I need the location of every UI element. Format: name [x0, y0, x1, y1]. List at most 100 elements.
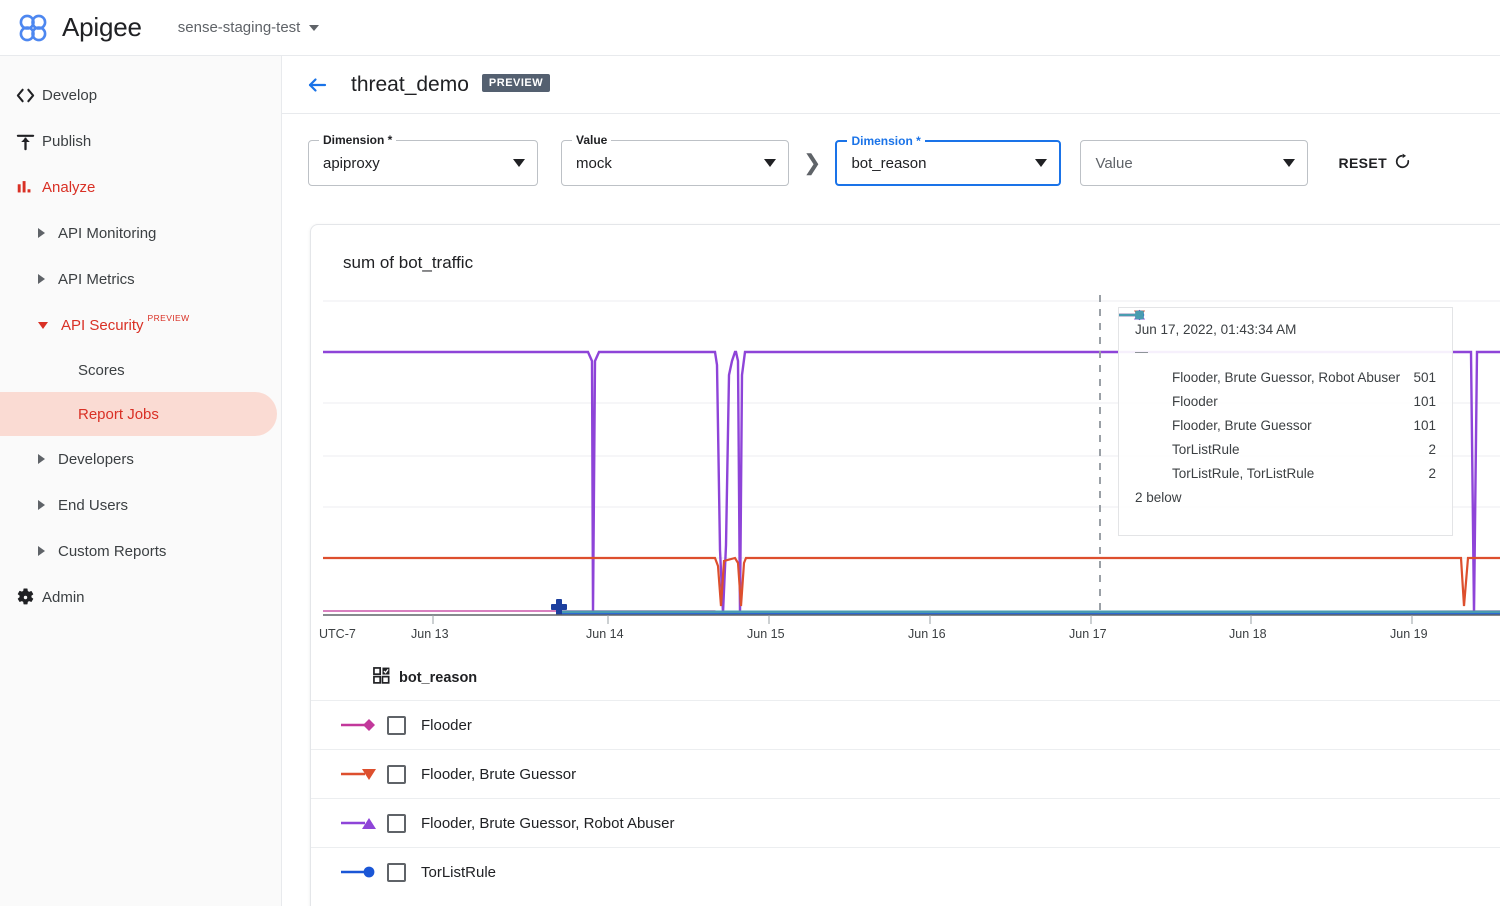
sidebar-subitem-label: API Monitoring — [58, 224, 157, 242]
chart-card: sum of bot_traffic UTC-7 Jun 13 Jun 14 J… — [310, 224, 1500, 906]
chevron-down-icon — [764, 159, 776, 167]
value-1-select[interactable]: Value mock — [561, 133, 789, 186]
chevron-down-icon — [1035, 159, 1048, 167]
refresh-icon — [1394, 153, 1411, 173]
value-1-value: mock — [576, 154, 612, 172]
dimension-1-label: Dimension * — [319, 133, 397, 147]
sidebar-item-admin[interactable]: Admin — [0, 574, 281, 620]
sidebar-item-label: Develop — [42, 86, 98, 104]
sidebar-item-develop[interactable]: Develop — [0, 72, 281, 118]
tooltip-series-value: 2 — [1428, 465, 1436, 481]
legend-item-label: Flooder, Brute Guessor, Robot Abuser — [421, 814, 675, 832]
triangle-right-icon — [38, 228, 45, 238]
value-1-label: Value — [572, 133, 612, 147]
legend-item-label: Flooder, Brute Guessor — [421, 765, 577, 783]
diamond-marker-icon — [1119, 309, 1165, 408]
tooltip-date: Jun 17, 2022, 01:43:34 AM — [1135, 322, 1297, 337]
tooltip-row: TorListRule, TorListRule 2 — [1119, 310, 1436, 485]
status-badge: PREVIEW — [481, 73, 551, 92]
circle-marker-icon — [341, 864, 387, 880]
sidebar-leaf-label: Scores — [78, 361, 125, 379]
sidebar-subitem-label: End Users — [58, 496, 129, 514]
triangle-down-icon — [38, 321, 48, 329]
sidebar-subitem-label: API Metrics — [58, 270, 135, 288]
tooltip-series-name: TorListRule — [1172, 441, 1240, 457]
legend-checkbox[interactable] — [387, 862, 406, 882]
legend-item-flooder-brute-guessor[interactable]: Flooder, Brute Guessor — [311, 749, 1500, 798]
x-tick: Jun 15 — [747, 627, 785, 641]
reset-label: RESET — [1338, 155, 1388, 171]
top-bar: Apigee sense-staging-test — [0, 0, 1500, 56]
chevron-down-icon — [1283, 159, 1296, 167]
sidebar-item-api-monitoring[interactable]: API Monitoring — [0, 210, 281, 256]
tooltip-row: TorListRule 2 — [1119, 310, 1436, 461]
tooltip-series-name: Flooder, Brute Guessor — [1172, 417, 1312, 433]
dimension-1-value: apiproxy — [323, 154, 380, 172]
publish-upload-icon — [8, 131, 42, 152]
x-tick: Jun 17 — [1069, 627, 1107, 641]
x-axis-labels: UTC-7 Jun 13 Jun 14 Jun 15 Jun 16 Jun 17… — [311, 627, 1500, 647]
project-name: sense-staging-test — [177, 19, 301, 36]
gear-icon — [8, 587, 42, 608]
legend-checkbox[interactable] — [387, 715, 406, 735]
project-selector[interactable]: sense-staging-test — [178, 19, 320, 36]
dimension-grid-icon — [373, 667, 390, 688]
reset-button[interactable]: RESET — [1338, 153, 1411, 173]
legend-item-label: Flooder — [421, 716, 472, 734]
chart-title: sum of bot_traffic — [343, 253, 474, 272]
apigee-logo-icon — [14, 9, 52, 47]
dimension-1-select[interactable]: Dimension * apiproxy — [308, 133, 538, 186]
tooltip-row: Flooder 101 — [1119, 309, 1436, 413]
diamond-marker-icon — [341, 717, 387, 733]
sidebar-leaf-label: Report Jobs — [78, 405, 159, 423]
sidebar-item-analyze[interactable]: Analyze — [0, 164, 281, 210]
dimension-2-value: bot_reason — [851, 154, 927, 172]
triangle-marker-icon — [1119, 310, 1165, 384]
triangle-right-icon — [38, 546, 45, 556]
page-header: threat_demo PREVIEW — [282, 56, 1500, 114]
sidebar-item-end-users[interactable]: End Users — [0, 482, 281, 528]
sidebar-item-label: Admin — [42, 588, 85, 606]
sidebar-item-developers[interactable]: Developers — [0, 436, 281, 482]
legend-item-flooder[interactable]: Flooder — [311, 700, 1500, 749]
tooltip-row: Flooder, Brute Guessor 101 — [1119, 310, 1436, 437]
sidebar-item-custom-reports[interactable]: Custom Reports — [0, 528, 281, 574]
legend-checkbox[interactable] — [387, 764, 406, 784]
x-tick: Jun 18 — [1229, 627, 1267, 641]
circle-marker-icon — [1119, 310, 1165, 456]
arrow-left-icon[interactable] — [304, 72, 330, 98]
sidebar-subitem-label: Custom Reports — [58, 542, 167, 560]
legend-item-torlistrule[interactable]: TorListRule — [311, 847, 1500, 896]
code-brackets-icon — [8, 85, 42, 106]
series-line-flooder-brute — [323, 556, 1500, 607]
legend-header: bot_reason — [311, 653, 1500, 700]
tooltip-series-value: 101 — [1413, 417, 1436, 433]
sidebar-item-api-security[interactable]: API Security PREVIEW — [0, 302, 281, 348]
tooltip-row: Flooder, Brute Guessor, Robot Abuser 501 — [1119, 310, 1436, 389]
preview-badge: PREVIEW — [147, 313, 190, 323]
sidebar-item-scores[interactable]: Scores — [0, 348, 281, 392]
sidebar-item-api-metrics[interactable]: API Metrics — [0, 256, 281, 302]
tooltip-dash: — — [1135, 344, 1148, 359]
chevron-right-icon: ❯ — [803, 150, 822, 175]
tooltip-series-value: 501 — [1413, 369, 1436, 385]
legend-checkbox[interactable] — [387, 813, 406, 833]
tooltip-footer: 2 below — [1135, 490, 1182, 505]
sidebar-item-publish[interactable]: Publish — [0, 118, 281, 164]
value-2-select[interactable]: Value — [1080, 140, 1309, 186]
x-tick: Jun 16 — [908, 627, 946, 641]
chevron-down-icon — [309, 24, 320, 31]
chart-plot-area[interactable]: UTC-7 Jun 13 Jun 14 Jun 15 Jun 16 Jun 17… — [311, 285, 1500, 653]
app-root: Apigee sense-staging-test Develop Publis… — [0, 0, 1500, 906]
dimension-2-select[interactable]: Dimension * bot_reason — [835, 134, 1062, 186]
triangle-marker-icon — [341, 815, 387, 831]
x-tick: Jun 13 — [411, 627, 449, 641]
legend-item-flooder-brute-guessor-robot-abuser[interactable]: Flooder, Brute Guessor, Robot Abuser — [311, 798, 1500, 847]
triangle-right-icon — [38, 500, 45, 510]
bar-chart-icon — [8, 177, 42, 197]
x-tick: Jun 19 — [1390, 627, 1428, 641]
sidebar-subitem-label: Developers — [58, 450, 134, 468]
sidebar-item-report-jobs[interactable]: Report Jobs — [0, 392, 277, 436]
x-axis-ticks — [432, 615, 1413, 624]
sidebar-item-label: Analyze — [42, 178, 96, 196]
